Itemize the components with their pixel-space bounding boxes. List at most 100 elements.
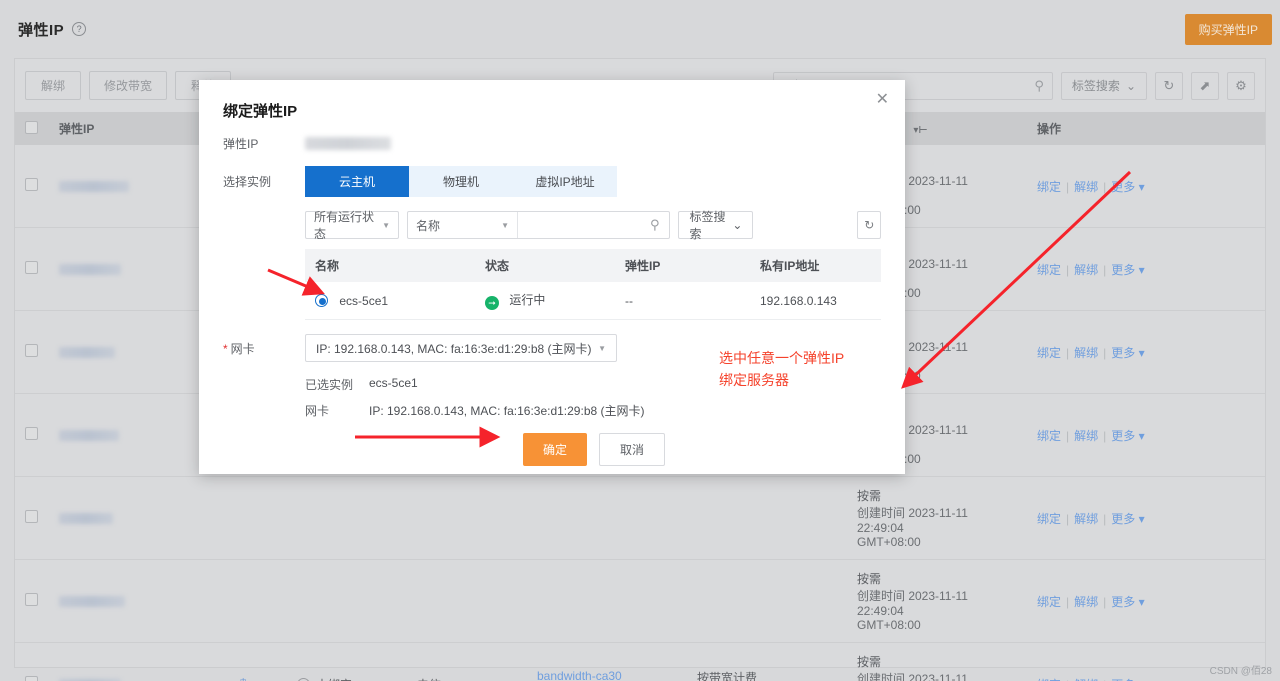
- more-link[interactable]: 更多 ▾: [1111, 512, 1144, 526]
- more-link[interactable]: 更多 ▾: [1111, 595, 1144, 609]
- row-checkbox-cell: [15, 311, 49, 394]
- summary-nic: 网卡 IP: 192.168.0.143, MAC: fa:16:3e:d1:2…: [305, 402, 881, 419]
- row-checkbox[interactable]: [25, 510, 38, 523]
- unbind-link[interactable]: 解绑: [1074, 180, 1098, 194]
- dialog-title: 绑定弹性IP: [223, 103, 297, 120]
- more-link[interactable]: 更多 ▾: [1111, 263, 1144, 277]
- question-circle-icon[interactable]: ?: [72, 22, 86, 36]
- instance-private-ip: 192.168.0.143: [750, 282, 881, 320]
- modify-bandwidth-button[interactable]: 修改带宽: [89, 71, 167, 100]
- unbind-link[interactable]: 解绑: [1074, 512, 1098, 526]
- row-checkbox[interactable]: [25, 344, 38, 357]
- op-separator: |: [1103, 595, 1106, 609]
- unbind-link[interactable]: 解绑: [1074, 263, 1098, 277]
- row-checkbox[interactable]: [25, 261, 38, 274]
- billing-type: 按带宽计费: [697, 669, 837, 681]
- search-icon[interactable]: ⚲: [1034, 78, 1044, 94]
- tag-search-button[interactable]: 标签搜索 ⌄: [1061, 72, 1147, 100]
- row-bandwidth-cell: [527, 477, 687, 560]
- row-eip-cell: [49, 477, 229, 560]
- row-isp-cell: 电信: [407, 643, 527, 681]
- more-link[interactable]: 更多 ▾: [1111, 678, 1144, 681]
- row-checkbox-cell: [15, 477, 49, 560]
- instance-eip: --: [615, 282, 750, 320]
- op-separator: |: [1066, 429, 1069, 443]
- row-operation-cell: 绑定|解绑|更多 ▾: [1027, 311, 1265, 394]
- tab-virtual-ip[interactable]: 虚拟IP地址: [513, 166, 617, 197]
- search-field-select[interactable]: 名称 ▼: [408, 212, 518, 238]
- column-settings-button[interactable]: ⚙: [1227, 72, 1255, 100]
- close-icon[interactable]: ✕: [876, 92, 889, 108]
- dialog-tag-search-button[interactable]: 标签搜索 ⌄: [678, 211, 753, 239]
- op-separator: |: [1103, 346, 1106, 360]
- select-all-header: [15, 112, 49, 145]
- op-separator: |: [1103, 263, 1106, 277]
- row-checkbox[interactable]: [25, 593, 38, 606]
- tab-physical-machine[interactable]: 物理机: [409, 166, 513, 197]
- row-bind-status-cell: [287, 477, 407, 560]
- row-billing-cell: [687, 560, 847, 643]
- monitor-icon[interactable]: ⍒: [239, 676, 247, 681]
- unbind-link[interactable]: 解绑: [1074, 678, 1098, 681]
- field-eip-label: 弹性IP: [223, 135, 305, 152]
- billing-mode: 按需: [857, 570, 1017, 587]
- more-link[interactable]: 更多 ▾: [1111, 180, 1144, 194]
- row-checkbox-cell: [15, 394, 49, 477]
- op-separator: |: [1066, 678, 1069, 681]
- inst-col-private-ip: 私有IP地址: [750, 249, 881, 282]
- row-checkbox[interactable]: [25, 676, 38, 681]
- more-link[interactable]: 更多 ▾: [1111, 346, 1144, 360]
- status-filter-select[interactable]: 所有运行状态 ▼: [305, 211, 399, 239]
- bandwidth-link[interactable]: bandwidth-ca30: [537, 669, 677, 681]
- page-header: 弹性IP ? 购买弹性IP: [0, 0, 1280, 58]
- bind-link[interactable]: 绑定: [1037, 429, 1061, 443]
- row-checkbox[interactable]: [25, 427, 38, 440]
- more-link[interactable]: 更多 ▾: [1111, 429, 1144, 443]
- row-isp-cell: [407, 560, 527, 643]
- bind-link[interactable]: 绑定: [1037, 346, 1061, 360]
- table-row[interactable]: 按需创建时间 2023-11-11 22:49:04GMT+08:00绑定|解绑…: [15, 560, 1265, 643]
- filter-icon[interactable]: ▾⊢: [913, 125, 927, 136]
- table-row[interactable]: ecs-5ce1 ➞ 运行中 -- 192.168.0.143: [305, 282, 881, 320]
- tab-cloud-host[interactable]: 云主机: [305, 166, 409, 197]
- bind-link[interactable]: 绑定: [1037, 512, 1061, 526]
- row-checkbox[interactable]: [25, 178, 38, 191]
- chevron-down-icon: ▼: [598, 344, 606, 353]
- bind-eip-dialog: 绑定弹性IP ✕ 弹性IP 选择实例 云主机 物理机 虚拟IP地址 所有运行状态…: [199, 80, 905, 474]
- unbind-link[interactable]: 解绑: [1074, 595, 1098, 609]
- created-time: 创建时间 2023-11-11 22:49:04: [857, 670, 1017, 681]
- instance-radio[interactable]: [315, 294, 328, 307]
- refresh-button[interactable]: ↻: [1155, 72, 1183, 100]
- col-operation: 操作: [1027, 112, 1265, 145]
- export-button[interactable]: ⬈: [1191, 72, 1219, 100]
- instance-table-body: ecs-5ce1 ➞ 运行中 -- 192.168.0.143: [305, 282, 881, 320]
- field-nic-label: *网卡: [223, 340, 305, 357]
- unbind-button[interactable]: 解绑: [25, 71, 81, 100]
- bind-link[interactable]: 绑定: [1037, 263, 1061, 277]
- bind-link[interactable]: 绑定: [1037, 595, 1061, 609]
- buy-eip-button[interactable]: 购买弹性IP: [1185, 14, 1272, 45]
- page-title: 弹性IP: [18, 19, 64, 40]
- row-operation-cell: 绑定|解绑|更多 ▾: [1027, 560, 1265, 643]
- dialog-refresh-button[interactable]: ↻: [857, 211, 881, 239]
- row-eip-cell: [49, 643, 229, 681]
- bind-link[interactable]: 绑定: [1037, 678, 1061, 681]
- table-row[interactable]: 按需创建时间 2023-11-11 22:49:04GMT+08:00绑定|解绑…: [15, 477, 1265, 560]
- billing-mode: 按需: [857, 487, 1017, 504]
- running-icon: ➞: [485, 296, 499, 310]
- field-eip-value-redacted: [305, 137, 391, 150]
- unbind-link[interactable]: 解绑: [1074, 346, 1098, 360]
- table-row[interactable]: ⍒未绑定电信bandwidth-ca30共享带宽按带宽计费5 Mbit/s按需创…: [15, 643, 1265, 681]
- nic-select[interactable]: IP: 192.168.0.143, MAC: fa:16:3e:d1:29:b…: [305, 334, 617, 362]
- unbind-link[interactable]: 解绑: [1074, 429, 1098, 443]
- select-all-checkbox[interactable]: [25, 121, 38, 134]
- row-monitor-cell: ⍒: [229, 643, 287, 681]
- row-eip-cell: [49, 560, 229, 643]
- required-asterisk: *: [223, 342, 228, 356]
- row-operation-cell: 绑定|解绑|更多 ▾: [1027, 228, 1265, 311]
- search-icon[interactable]: ⚲: [640, 217, 670, 233]
- field-nic-label-text: 网卡: [231, 342, 255, 356]
- confirm-button[interactable]: 确定: [523, 433, 587, 466]
- cancel-button[interactable]: 取消: [599, 433, 665, 466]
- bind-link[interactable]: 绑定: [1037, 180, 1061, 194]
